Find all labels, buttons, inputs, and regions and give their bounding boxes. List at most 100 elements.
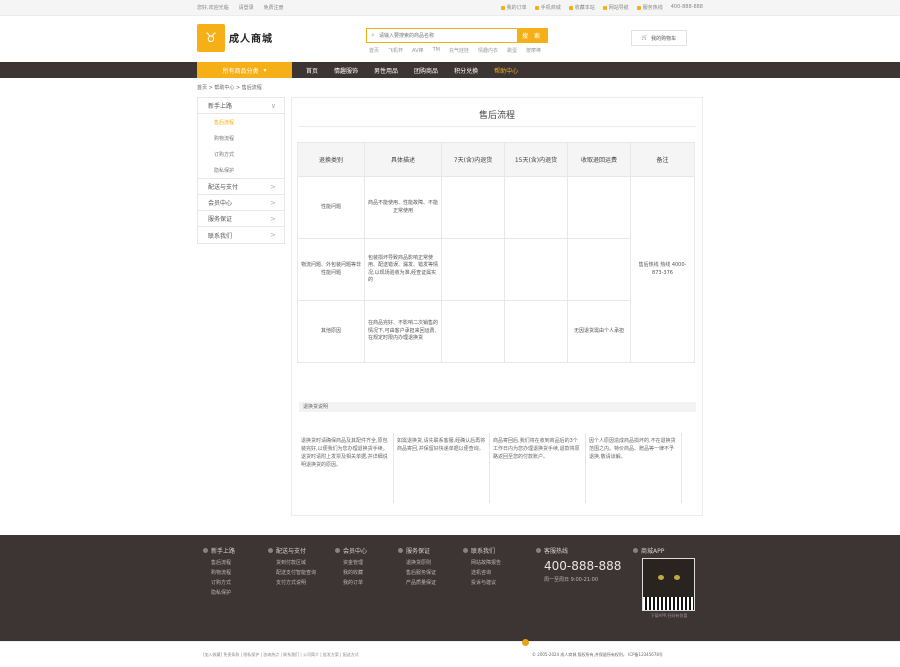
chevron-down-icon: ∨ [270,101,276,110]
table-header: 退换类别 [297,142,365,177]
footer-link[interactable]: 我的订单 [335,579,367,586]
app-qr-code [642,558,695,611]
site-nav-link[interactable]: 网站导航 [602,4,629,11]
member-icon [335,548,340,553]
login-link[interactable]: 请登录 [239,4,254,11]
footer-link[interactable]: 隐私保护 [203,589,235,596]
footer-col-delivery: 配送与支付 货到付款区域 配送支付智能查询 支付方式说明 [268,546,316,589]
copyright: © 2005-2024 成人商城 版权所有,并保留所有权利。 ICP备12345… [532,652,663,657]
footer-link[interactable]: 售后流程 [203,559,235,566]
hotline-number: 400-888-888 [544,559,622,573]
footer-link[interactable]: 投诉与建议 [463,579,501,586]
headset-icon [536,548,541,553]
sidebar-group-guarantee[interactable]: 服务保证 > [198,211,284,227]
cat-image [643,559,694,597]
hot-keywords: 首页 飞机杯 AV棒 TM 充气娃娃 情趣内衣 跳蛋 按摩棒 [369,47,541,54]
nav-group-buy[interactable]: 团购商品 [414,66,438,75]
hotword[interactable]: 首页 [369,47,379,54]
footer-hotline: 客服热线 400-888-888 周一至周日 9:00-21:00 [536,546,621,586]
hotword[interactable]: 情趣内衣 [478,47,498,54]
my-orders-link[interactable]: 我的订单 [500,4,527,11]
sidebar-item-privacy[interactable]: 隐私保护 [198,162,284,178]
mobile-mall-link[interactable]: 手机商城 [534,4,561,11]
footer-link[interactable]: 网站故障报告 [463,559,501,566]
remark-cell: 售后热线 热线 4000-873-376 [630,176,695,363]
footer-link[interactable]: 售后服务保证 [398,569,436,576]
table-cell [567,176,631,239]
table-header-row: 退换类别 具体描述 7天(含)内退货 15天(含)内退货 收取退回运费 备注 [297,142,695,177]
headset-icon [636,5,641,10]
search-button[interactable]: 搜 索 [517,29,547,42]
hotword[interactable]: 按摩棒 [526,47,541,54]
sidebar-item-aftersale[interactable]: 售后流程 [198,114,284,130]
footer-link[interactable]: 配送支付智能查询 [268,569,316,576]
hotword[interactable]: 充气娃娃 [449,47,469,54]
qr-caption: 下载APP,扫码有惊喜 [650,613,688,618]
note-text: 商品寄回后,我们将在收到商品后的3个工作日内为您办理退换货手续,退款将原路返回至… [490,433,586,503]
nav-lingerie[interactable]: 情趣服饰 [334,66,358,75]
hotword[interactable]: TM [433,47,440,54]
sidebar-group-member[interactable]: 会员中心 > [198,195,284,211]
title-divider [298,126,696,127]
footer-col-guarantee: 服务保证 退换货原则 售后服务保证 产品质量保证 [398,546,436,589]
mobile-icon [633,548,638,553]
sidebar-item-order-method[interactable]: 订购方式 [198,146,284,162]
nav-help-center[interactable]: 帮助中心 [494,66,518,75]
cat-eye [658,575,664,580]
hotword[interactable]: 飞机杯 [388,47,403,54]
chevron-right-icon: > [270,198,276,207]
table-header: 收取退回运费 [567,142,631,177]
sidebar-item-shopping-flow[interactable]: 购物流程 [198,130,284,146]
footer-link[interactable]: 支付方式说明 [268,579,316,586]
service-number: 400-888-888 [670,4,703,10]
footer-link[interactable]: 退换货原则 [398,559,436,566]
all-categories-button[interactable]: 所有商品分类 ▾ [197,62,292,78]
hotword[interactable]: AV棒 [412,47,424,54]
cart-button[interactable]: 🛒 我的购物车 [631,30,687,46]
bottom-bar: [加入收藏] 免责条款 | 隐私保护 | 咨询热点 | 联系我们 | 公司简介 … [0,639,900,667]
phone-icon [534,5,539,10]
chevron-down-icon: ▾ [263,66,267,74]
sidebar-group-newbie[interactable]: 新手上路 ∨ [198,98,284,114]
sidebar-subitems: 售后流程 购物流程 订购方式 隐私保护 [198,114,284,179]
footer-link[interactable]: 货到付款区域 [268,559,316,566]
logo-mark: ♉ [205,30,217,46]
footer-link[interactable]: 购物流程 [203,569,235,576]
footer-link[interactable]: 订购方式 [203,579,235,586]
table-cell: 性能问题 [297,176,365,239]
hotword[interactable]: 跳蛋 [507,47,517,54]
footer: 新手上路 售后流程 购物流程 订购方式 隐私保护 配送与支付 货到付款区域 配送… [0,535,900,641]
logo[interactable]: ♉ [197,24,225,52]
sidebar-group-delivery[interactable]: 配送与支付 > [198,179,284,195]
table-header: 具体描述 [364,142,442,177]
menu-icon [602,5,607,10]
footer-link[interactable]: 资金管理 [335,559,367,566]
nav-home[interactable]: 首页 [306,66,318,75]
qr-pattern [645,597,694,610]
search-icon: ⌕ [371,31,375,39]
footer-link[interactable]: 产品质量保证 [398,579,436,586]
footer-link[interactable]: 我的收藏 [335,569,367,576]
register-link[interactable]: 免费注册 [264,4,284,11]
top-bar-right: 我的订单 手机商城 收藏本站 网站导航 服务热线 400-888-888 [500,4,703,11]
table-cell: 无因退货需由个人承担 [567,300,631,363]
user-icon [203,548,208,553]
top-bar: 您好,欢迎光临 请登录 免费注册 我的订单 手机商城 收藏本站 网站导航 服务热… [0,0,900,16]
table-cell: 在商品完好、不影响二次销售的情况下,可由客户承担来回运费,在规定时限内办理退换货 [364,300,442,363]
nav-points[interactable]: 积分兑换 [454,66,478,75]
nav-male[interactable]: 男性用品 [374,66,398,75]
nav-links: 首页 情趣服饰 男性用品 团购商品 积分兑换 帮助中心 [306,62,518,78]
sidebar-group-contact[interactable]: 联系我们 > [198,227,284,243]
table-header: 7天(含)内退货 [441,142,505,177]
welcome-text: 您好,欢迎光临 [197,5,229,11]
table-cell: 商品不能使用、性能故障、不能正常使用 [364,176,442,239]
top-bar-left: 您好,欢迎光临 请登录 免费注册 [197,4,284,11]
cart-label: 我的购物车 [651,35,677,42]
chevron-right-icon: > [270,182,276,191]
table-row: 性能问题 商品不能使用、性能故障、不能正常使用 售后热线 热线 4000-873… [297,176,695,363]
search-input[interactable] [379,29,517,42]
table-header: 15天(含)内退货 [504,142,568,177]
bookmark-link[interactable]: 收藏本站 [568,4,595,11]
bottom-links[interactable]: [加入收藏] 免责条款 | 隐私保护 | 咨询热点 | 联系我们 | 公司简介 … [203,652,359,658]
footer-link[interactable]: 选机咨询 [463,569,501,576]
